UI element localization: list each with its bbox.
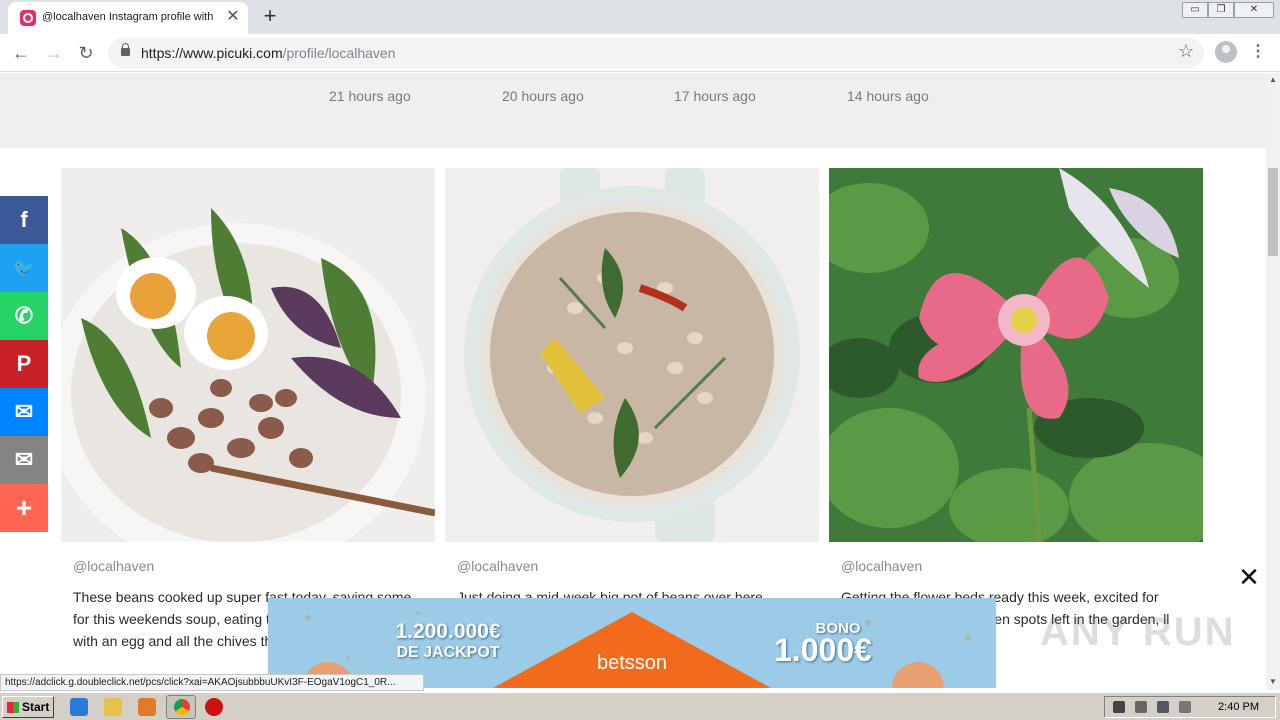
profile-avatar-icon[interactable] (1215, 41, 1237, 63)
windows-taskbar: Start 2:40 PM (0, 692, 1280, 720)
ad-jackpot-label: DE JACKPOT (396, 644, 500, 661)
messenger-share-button[interactable]: ✉ (0, 388, 48, 436)
post-image-beans-bowl[interactable] (61, 168, 435, 542)
system-tray: 2:40 PM (1104, 696, 1276, 718)
browser-titlebar: @localhaven Instagram profile with p ✕ +… (0, 0, 1280, 34)
ad-close-icon[interactable]: ✕ (1238, 564, 1260, 590)
twitter-share-button[interactable]: 🐦 (0, 244, 48, 292)
facebook-share-button[interactable]: f (0, 196, 48, 244)
pinterest-icon: P (16, 351, 32, 376)
internet-explorer-icon[interactable] (70, 698, 88, 716)
instagram-favicon-icon (20, 10, 36, 26)
network-icon[interactable] (1157, 701, 1169, 713)
post-timestamp: 20 hours ago (502, 88, 584, 104)
whatsapp-icon: ✆ (14, 303, 34, 328)
social-share-bar: f 🐦 ✆ P ✉ ✉ + (0, 196, 48, 532)
scrollbar-thumb[interactable] (1268, 168, 1278, 256)
twitter-icon: 🐦 (12, 257, 36, 278)
forward-button[interactable]: → (42, 41, 66, 65)
window-close-button[interactable]: ✕ (1234, 2, 1274, 18)
flag-icon[interactable] (1179, 701, 1191, 713)
page-scrollbar[interactable]: ▲ ▼ (1266, 73, 1280, 690)
opera-icon[interactable] (205, 698, 223, 716)
file-explorer-icon[interactable] (104, 698, 122, 716)
lock-icon (121, 43, 130, 56)
tab-title: @localhaven Instagram profile with p (42, 11, 217, 23)
url-domain: https://www.picuki.com (141, 45, 283, 61)
restore-button[interactable]: ❐ (1208, 2, 1234, 18)
tab-close-icon[interactable]: ✕ (224, 8, 242, 26)
windows-logo-icon (7, 701, 19, 713)
start-label: Start (22, 700, 50, 714)
taskbar-clock: 2:40 PM (1218, 701, 1259, 713)
media-player-icon[interactable] (138, 698, 156, 716)
new-tab-button[interactable]: + (258, 4, 282, 28)
ad-brand: betsson (596, 652, 668, 674)
start-button[interactable]: Start (2, 696, 54, 718)
back-button[interactable]: ← (9, 41, 33, 65)
post-timestamp: 14 hours ago (847, 88, 929, 104)
reload-button[interactable]: ↻ (74, 41, 98, 65)
bookmark-star-icon[interactable]: ☆ (1178, 41, 1194, 62)
chrome-taskbar-button[interactable] (166, 695, 196, 719)
status-bar-url: https://adclick.g.doubleclick.net/pcs/cl… (0, 674, 424, 691)
ad-bono-amount: 1.000€ (774, 632, 872, 668)
more-share-button[interactable]: + (0, 484, 48, 532)
scroll-up-arrow-icon[interactable]: ▲ (1268, 75, 1278, 85)
beans-bowl-image (61, 168, 435, 542)
pinterest-share-button[interactable]: P (0, 340, 48, 388)
email-icon: ✉ (14, 447, 34, 472)
volume-icon[interactable] (1135, 701, 1147, 713)
browser-menu-icon[interactable]: ⋮ (1250, 42, 1266, 62)
post-username[interactable]: @localhaven (841, 558, 922, 574)
email-share-button[interactable]: ✉ (0, 436, 48, 484)
chrome-icon (174, 699, 190, 715)
minimize-button[interactable]: ▭ (1182, 2, 1208, 18)
post-image-poppy[interactable] (829, 168, 1203, 542)
url-path: /profile/localhaven (282, 45, 396, 61)
whatsapp-share-button[interactable]: ✆ (0, 292, 48, 340)
browser-toolbar: ← → ↻ https://www.picuki.com/profile/loc… (0, 34, 1280, 72)
messenger-icon: ✉ (14, 399, 34, 424)
post-timestamp: 21 hours ago (329, 88, 411, 104)
post-image-beans-pot[interactable] (445, 168, 819, 542)
address-bar[interactable]: https://www.picuki.com/profile/localhave… (108, 38, 1204, 68)
poppy-image (829, 168, 1203, 542)
scroll-down-arrow-icon[interactable]: ▼ (1268, 677, 1278, 687)
plus-icon: + (15, 492, 33, 523)
anyrun-watermark: ANY RUN (1040, 610, 1236, 654)
post-timestamp: 17 hours ago (674, 88, 756, 104)
facebook-icon: f (20, 207, 28, 232)
timestamps-strip: 21 hours ago 20 hours ago 17 hours ago 1… (0, 73, 1266, 148)
post-username[interactable]: @localhaven (457, 558, 538, 574)
beans-pot-image (445, 168, 819, 542)
tray-arrow-icon[interactable] (1113, 701, 1125, 713)
ad-jackpot-amount: 1.200.000€ (395, 620, 501, 643)
post-username[interactable]: @localhaven (73, 558, 154, 574)
url-text[interactable]: https://www.picuki.com/profile/localhave… (141, 45, 395, 61)
browser-tab[interactable]: @localhaven Instagram profile with p ✕ (8, 2, 248, 34)
